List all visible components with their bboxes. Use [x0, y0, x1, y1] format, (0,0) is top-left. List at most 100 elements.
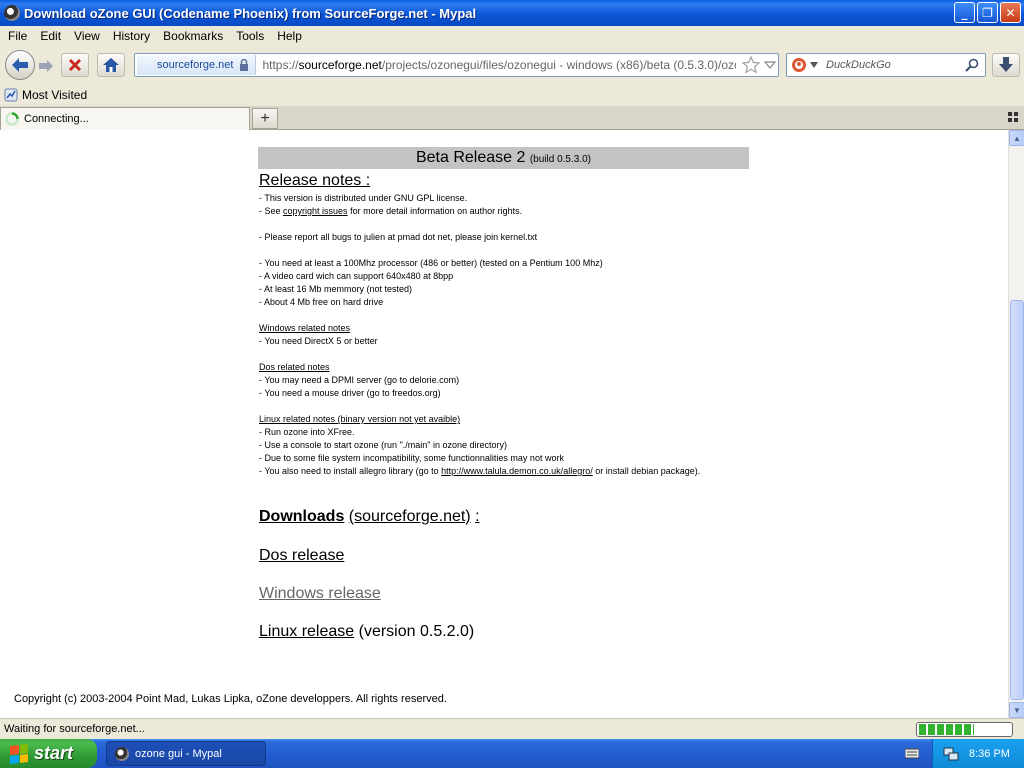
taskbar: start ozone gui - Mypal 8:36 PM: [0, 739, 1024, 768]
windows-release-link[interactable]: Windows release: [259, 584, 749, 603]
linux-note-line: - Due to some file system incompatibilit…: [259, 453, 564, 463]
site-identity-label: sourceforge.net: [157, 59, 234, 71]
see-prefix: - See: [259, 206, 281, 216]
downloads-button[interactable]: [992, 53, 1020, 77]
url-host: sourceforge.net: [298, 58, 382, 72]
menu-tools[interactable]: Tools: [231, 29, 272, 43]
search-input[interactable]: DuckDuckGo: [826, 59, 891, 71]
allegro-link[interactable]: http://www.talula.demon.co.uk/allegro/: [441, 466, 593, 476]
requirement-line: - About 4 Mb free on hard drive: [259, 297, 384, 307]
sourceforge-link[interactable]: (sourceforge.net): [349, 508, 471, 525]
url-path: /projects/ozonegui/files/ozonegui - wind…: [381, 58, 737, 72]
start-label: start: [34, 743, 74, 763]
windows-notes-heading: Windows related notes: [259, 323, 351, 333]
allegro-prefix: - You also need to install allegro libra…: [259, 466, 439, 476]
downloads-colon: :: [475, 508, 480, 525]
search-bar[interactable]: DuckDuckGo: [786, 53, 986, 77]
address-bar[interactable]: sourceforge.net https://sourceforge.net/…: [134, 53, 779, 77]
arrow-right-icon: [39, 60, 53, 72]
see-suffix: for more detail information on author ri…: [350, 206, 523, 216]
dos-release-link[interactable]: Dos release: [259, 546, 749, 565]
report-line: - Please report all bugs to julien at pm…: [259, 232, 538, 242]
menu-bar: File Edit View History Bookmarks Tools H…: [0, 26, 1024, 46]
bookmark-most-visited[interactable]: Most Visited: [22, 88, 87, 102]
duckduckgo-icon[interactable]: [791, 57, 807, 73]
home-button[interactable]: [97, 53, 125, 77]
tab-list-icon[interactable]: [1008, 112, 1018, 122]
menu-view[interactable]: View: [69, 29, 108, 43]
copyright-issues-link[interactable]: copyright issues: [283, 206, 348, 216]
scroll-up-button[interactable]: ▲: [1009, 130, 1024, 146]
tab-label: Connecting...: [24, 113, 89, 125]
dos-note-line: - You need a mouse driver (go to freedos…: [259, 388, 441, 398]
window-controls: _ ❐ ✕: [954, 2, 1021, 23]
search-icon[interactable]: [965, 58, 979, 72]
download-arrow-icon: [999, 57, 1013, 72]
scroll-down-button[interactable]: ▼: [1009, 702, 1024, 718]
keyboard-icon[interactable]: [905, 747, 919, 759]
menu-bookmarks[interactable]: Bookmarks: [158, 29, 231, 43]
menu-file[interactable]: File: [3, 29, 35, 43]
linux-notes-heading: Linux related notes (binary version not …: [259, 414, 461, 424]
forward-button[interactable]: [36, 56, 56, 76]
site-identity-button[interactable]: sourceforge.net: [137, 55, 257, 75]
status-bar: Waiting for sourceforge.net...: [0, 718, 1024, 739]
menu-edit[interactable]: Edit: [35, 29, 69, 43]
downloads-heading: Downloads (sourceforge.net) :: [259, 507, 749, 526]
status-text: Waiting for sourceforge.net...: [4, 723, 145, 735]
navigation-toolbar: sourceforge.net https://sourceforge.net/…: [0, 46, 1024, 84]
network-icon[interactable]: [943, 747, 959, 761]
minimize-button[interactable]: _: [954, 2, 975, 23]
notes-heading-text: Release notes: [259, 172, 362, 189]
mypal-icon[interactable]: [4, 5, 20, 21]
clock[interactable]: 8:36 PM: [969, 748, 1010, 760]
dos-notes-heading: Dos related notes: [259, 362, 330, 372]
loading-progress: [916, 722, 1013, 737]
title-bar: Download oZone GUI (Codename Phoenix) fr…: [0, 0, 1024, 26]
license-line: - This version is distributed under GNU …: [259, 193, 468, 203]
requirement-line: - You need at least a 100Mhz processor (…: [259, 258, 603, 268]
linux-release-link[interactable]: Linux release: [259, 623, 354, 640]
back-button[interactable]: [5, 50, 35, 80]
windows-logo-icon: [10, 743, 28, 764]
menu-history[interactable]: History: [108, 29, 158, 43]
tab-current[interactable]: Connecting...: [0, 107, 250, 130]
url-text[interactable]: https://sourceforge.net/projects/ozonegu…: [256, 58, 736, 72]
menu-help[interactable]: Help: [272, 29, 310, 43]
start-button[interactable]: start: [0, 739, 97, 768]
loading-spinner-icon: [5, 112, 19, 126]
most-visited-icon: [4, 88, 18, 102]
taskbar-window-button[interactable]: ozone gui - Mypal: [106, 741, 266, 766]
new-tab-button[interactable]: +: [252, 108, 278, 129]
allegro-line: - You also need to install allegro libra…: [259, 465, 749, 478]
stop-button[interactable]: [61, 53, 89, 77]
copyright-text: Copyright (c) 2003-2004 Point Mad, Lukas…: [14, 693, 447, 705]
tab-strip: Connecting... +: [0, 106, 1024, 130]
vertical-scrollbar[interactable]: ▲ ▼: [1008, 130, 1024, 718]
arrow-left-icon: [12, 58, 28, 72]
release-notes: Release notes : - This version is distri…: [259, 172, 749, 641]
lock-icon: [240, 59, 249, 71]
see-line: - See copyright issues for more detail i…: [259, 205, 749, 218]
notes-heading: Release notes :: [259, 172, 749, 190]
progress-fill: [919, 724, 974, 735]
star-icon[interactable]: [742, 56, 761, 74]
linux-version: (version 0.5.2.0): [358, 623, 475, 640]
mypal-icon: [115, 746, 129, 761]
scroll-thumb[interactable]: [1010, 300, 1024, 700]
dos-note-line: - You may need a DPMI server (go to delo…: [259, 375, 460, 385]
dropmarker-icon[interactable]: [764, 60, 777, 70]
system-tray: 8:36 PM: [932, 739, 1024, 768]
stop-icon: [68, 58, 82, 72]
chevron-down-icon[interactable]: [810, 62, 818, 68]
allegro-suffix: or install debian package).: [595, 466, 701, 476]
taskbar-window-label: ozone gui - Mypal: [135, 747, 222, 760]
requirement-line: - At least 16 Mb memmory (not tested): [259, 284, 413, 294]
release-title-bar: Beta Release 2 (build 0.5.3.0): [258, 147, 749, 169]
close-button[interactable]: ✕: [1000, 2, 1021, 23]
windows-note-line: - You need DirectX 5 or better: [259, 336, 378, 346]
release-build: (build 0.5.3.0): [529, 154, 591, 165]
url-scheme: https://: [262, 58, 299, 72]
restore-button[interactable]: ❐: [977, 2, 998, 23]
linux-note-line: - Use a console to start ozone (run "./m…: [259, 440, 508, 450]
